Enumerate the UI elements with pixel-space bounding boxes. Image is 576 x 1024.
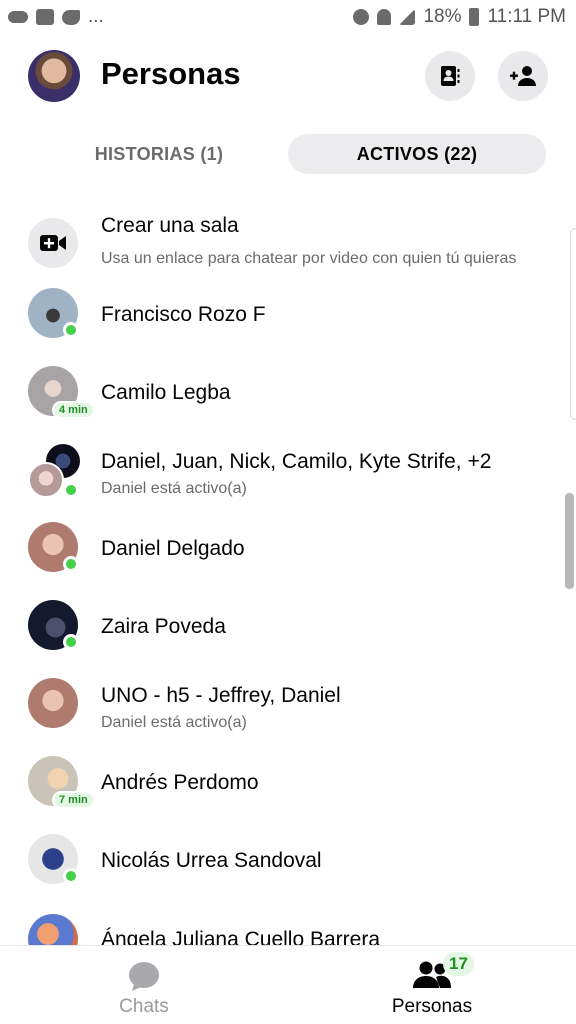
online-indicator <box>63 868 79 884</box>
person-name: Zaira Poveda <box>101 615 226 638</box>
contacts-book-icon <box>441 66 460 86</box>
alarm-icon <box>353 9 370 25</box>
person-name: UNO - h5 - Jeffrey, Daniel <box>101 684 341 707</box>
nav-chats-label: Chats <box>119 996 169 1017</box>
person-name: Camilo Legba <box>101 381 231 404</box>
nav-personas-label: Personas <box>391 996 473 1017</box>
list-item[interactable]: Daniel Delgado <box>0 522 576 600</box>
online-indicator <box>63 482 79 498</box>
list-item[interactable]: 7 min Andrés Perdomo <box>0 756 576 834</box>
chat-bubble-icon <box>129 962 159 991</box>
list-item[interactable]: Francisco Rozo F <box>0 288 576 366</box>
active-time-badge: 4 min <box>52 401 95 419</box>
cloud-icon <box>8 11 28 23</box>
create-room-row[interactable]: Crear una sala Usa un enlace para chatea… <box>0 208 576 286</box>
nav-chats[interactable]: Chats <box>0 946 288 1024</box>
active-status: Daniel está activo(a) <box>101 480 247 497</box>
profile-avatar[interactable] <box>28 50 80 102</box>
person-name: Daniel Delgado <box>101 537 245 560</box>
more-notifications: ... <box>88 6 104 27</box>
person-name: Francisco Rozo F <box>101 303 266 326</box>
online-indicator <box>63 322 79 338</box>
active-status: Daniel está activo(a) <box>101 714 247 731</box>
signal-icon <box>399 9 416 25</box>
list-item[interactable]: Ángela Juliana Cuello Barrera <box>0 912 576 945</box>
twitch-icon <box>36 9 54 25</box>
group-avatar-front <box>28 462 64 498</box>
add-people-button[interactable] <box>498 51 548 101</box>
tab-historias[interactable]: HISTORIAS (1) <box>30 134 288 174</box>
twitter-icon <box>62 9 80 25</box>
status-bar: ... 18% 11:11 PM <box>0 0 576 34</box>
tab-activos[interactable]: ACTIVOS (22) <box>288 134 546 174</box>
person-name: Ángela Juliana Cuello Barrera <box>101 928 380 945</box>
active-people-list: Crear una sala Usa un enlace para chatea… <box>0 200 576 945</box>
create-room-icon-button <box>28 218 78 268</box>
video-plus-icon <box>40 235 66 251</box>
add-person-icon <box>510 66 536 86</box>
online-indicator <box>63 634 79 650</box>
avatar <box>28 914 78 945</box>
clock: 11:11 PM <box>487 6 566 27</box>
person-name: Nicolás Urrea Sandoval <box>101 849 322 872</box>
active-count-badge: 17 <box>443 952 474 976</box>
nav-personas[interactable]: 17 Personas <box>288 946 576 1024</box>
bottom-navigation: Chats 17 Personas <box>0 945 576 1024</box>
people-tabs: HISTORIAS (1) ACTIVOS (22) <box>0 134 576 174</box>
list-item[interactable]: Nicolás Urrea Sandoval <box>0 834 576 912</box>
battery-icon <box>469 8 480 26</box>
list-item[interactable]: UNO - h5 - Jeffrey, Daniel Daniel está a… <box>0 678 576 756</box>
person-name: Andrés Perdomo <box>101 771 259 794</box>
contacts-button[interactable] <box>425 51 475 101</box>
list-item[interactable]: Zaira Poveda <box>0 600 576 678</box>
list-item[interactable]: Daniel, Juan, Nick, Camilo, Kyte Strife,… <box>0 444 576 522</box>
online-indicator <box>63 556 79 572</box>
create-room-subtitle: Usa un enlace para chatear por video con… <box>101 250 517 267</box>
battery-percent: 18% <box>423 6 462 27</box>
wifi-icon <box>377 9 392 25</box>
person-name: Daniel, Juan, Nick, Camilo, Kyte Strife,… <box>101 450 492 473</box>
list-item[interactable]: 4 min Camilo Legba <box>0 366 576 444</box>
avatar <box>28 678 78 728</box>
scrollbar[interactable] <box>565 493 574 589</box>
page-title: Personas <box>101 56 241 91</box>
header: Personas <box>0 44 576 108</box>
side-panel-edge <box>570 228 576 420</box>
active-time-badge: 7 min <box>52 791 95 809</box>
create-room-title: Crear una sala <box>101 214 239 237</box>
